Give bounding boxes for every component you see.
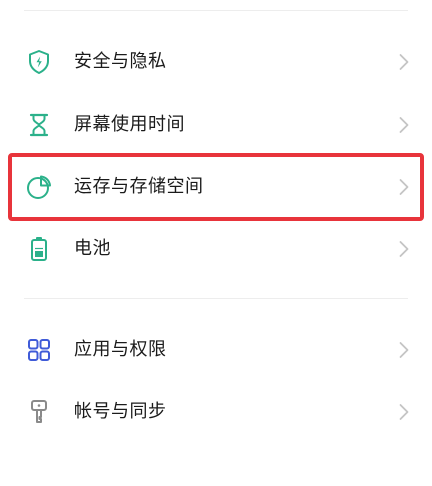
chevron-right-icon — [398, 340, 410, 360]
settings-item-label: 电池 — [74, 238, 111, 259]
settings-item-label: 安全与隐私 — [74, 51, 167, 72]
settings-item-screen-time[interactable]: 屏幕使用时间 — [0, 96, 432, 154]
hourglass-icon — [24, 110, 54, 140]
settings-item-apps-permissions[interactable]: 应用与权限 — [0, 321, 432, 379]
settings-item-security-privacy[interactable]: 安全与隐私 — [0, 33, 432, 91]
chevron-right-icon — [398, 115, 410, 135]
key-icon — [24, 397, 54, 427]
settings-item-label: 帐号与同步 — [74, 401, 167, 422]
settings-item-ram-storage[interactable]: 运存与存储空间 — [0, 158, 432, 216]
settings-item-accounts-sync[interactable]: 帐号与同步 — [0, 383, 432, 441]
pie-chart-icon — [24, 172, 54, 202]
shield-icon — [24, 47, 54, 77]
chevron-right-icon — [398, 177, 410, 197]
settings-item-label: 屏幕使用时间 — [74, 114, 185, 135]
top-divider — [24, 10, 408, 11]
chevron-right-icon — [398, 52, 410, 72]
settings-item-label: 运存与存储空间 — [74, 176, 204, 197]
battery-icon — [24, 234, 54, 264]
settings-item-battery[interactable]: 电池 — [0, 220, 432, 278]
chevron-right-icon — [398, 239, 410, 259]
group-divider — [24, 298, 408, 299]
apps-grid-icon — [24, 335, 54, 365]
chevron-right-icon — [398, 402, 410, 422]
settings-item-label: 应用与权限 — [74, 339, 167, 360]
